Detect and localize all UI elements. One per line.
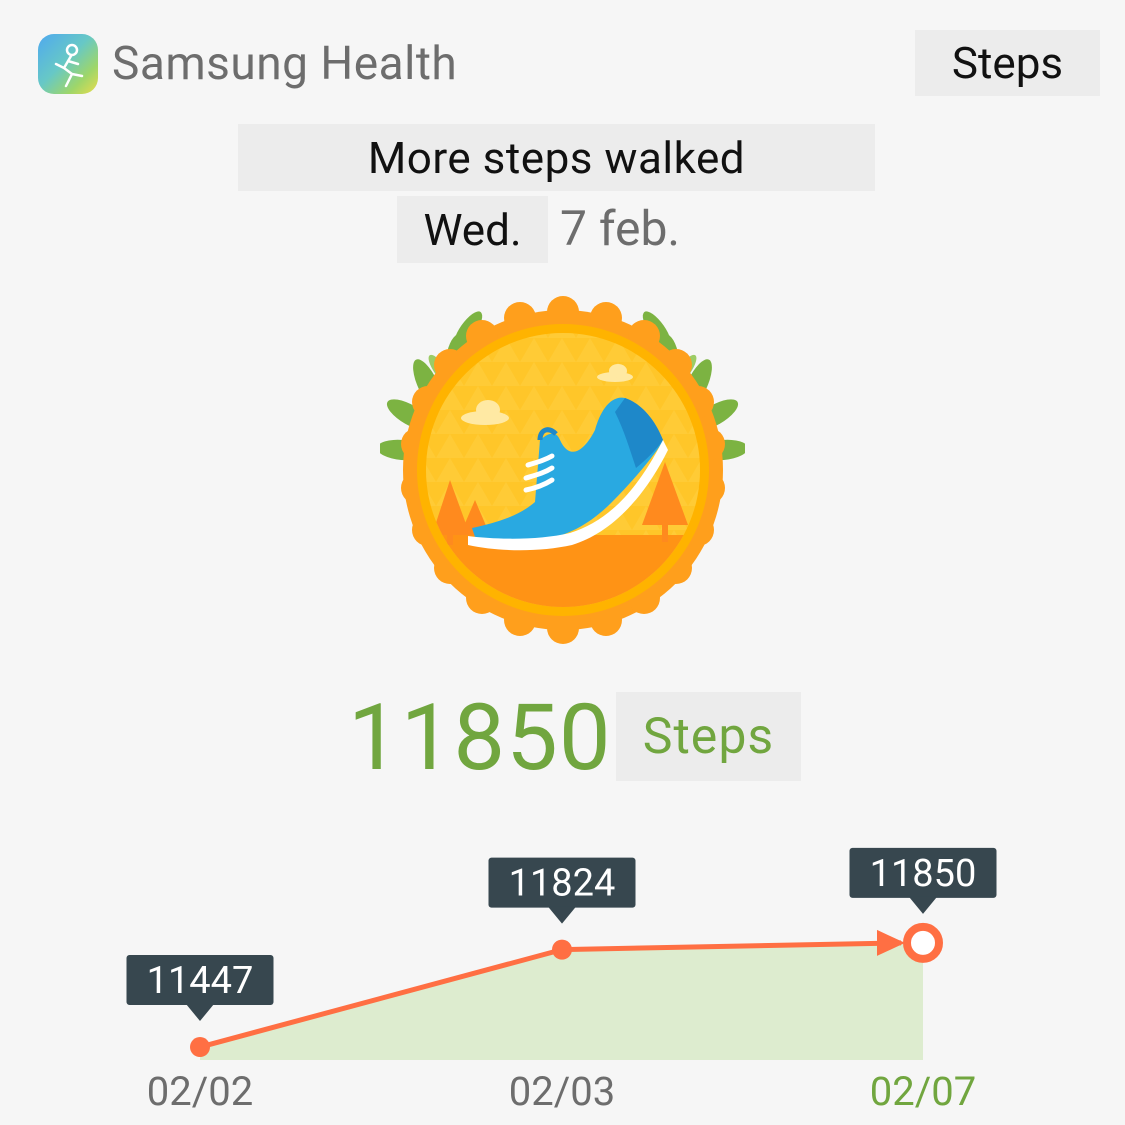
- running-shoe-medal-icon: [377, 290, 748, 654]
- data-label-pointer: [548, 906, 576, 924]
- app-header: Samsung Health: [38, 34, 457, 94]
- record-step-unit: Steps: [616, 692, 801, 781]
- data-point: [190, 1037, 210, 1058]
- achievement-date: 7 feb.: [560, 200, 681, 257]
- achievement-title: More steps walked: [238, 124, 875, 191]
- samsung-health-icon: [38, 34, 98, 94]
- data-point: [552, 939, 572, 960]
- record-step-count: 11850: [348, 685, 612, 792]
- data-point-highlight: [903, 922, 943, 963]
- trend-area: [200, 942, 923, 1060]
- data-label-pointer: [186, 1004, 214, 1022]
- achievement-day: Wed.: [397, 196, 548, 263]
- data-label: 11850: [870, 852, 977, 896]
- data-label: 11824: [509, 862, 616, 906]
- data-label-pointer: [909, 896, 937, 914]
- app-name: Samsung Health: [112, 37, 458, 91]
- x-tick-label: 02/02: [147, 1068, 253, 1115]
- step-trend-chart: 11447 11824 11850 02/02 02/03 02/07: [126, 847, 997, 1115]
- x-tick-label: 02/07: [870, 1068, 976, 1115]
- section-label: Steps: [915, 30, 1100, 96]
- data-label: 11447: [147, 959, 254, 1003]
- x-tick-label: 02/03: [509, 1068, 615, 1115]
